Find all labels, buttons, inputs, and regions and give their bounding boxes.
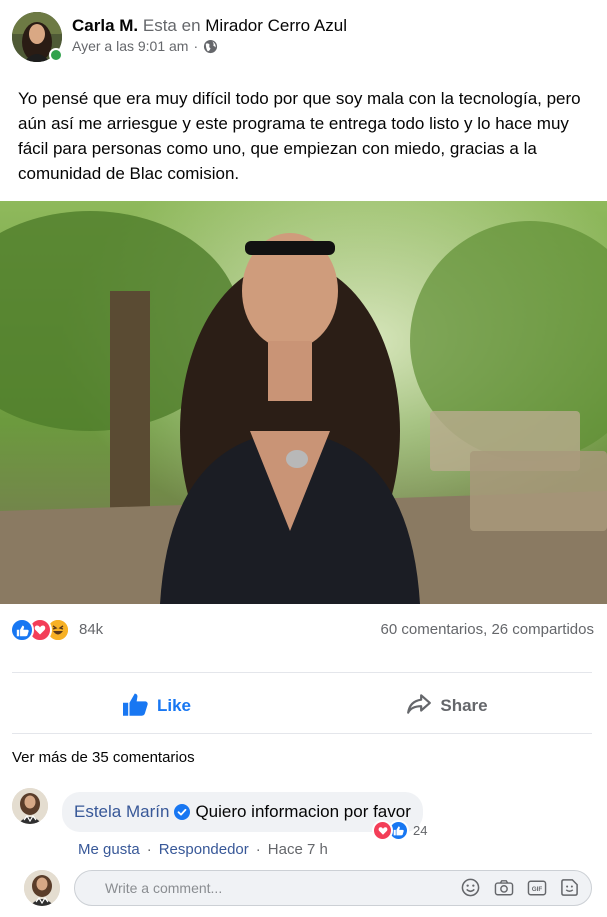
comment-separator: · [146, 841, 152, 858]
commenter-avatar[interactable] [12, 788, 48, 824]
comment-actions: Me gusta · Respondedor · Hace 7 h [78, 841, 328, 858]
comment-composer: GIF [24, 868, 594, 908]
engagement-counts: 60 comentarios, 26 compartidos [381, 621, 594, 638]
location-name[interactable]: Mirador Cerro Azul [205, 16, 347, 35]
location-prefix: Esta en [142, 16, 201, 35]
post-text: Yo pensé que era muy difícil todo por qu… [18, 89, 581, 183]
post-header: Carla M. Esta en Mirador Cerro Azul Ayer… [12, 12, 592, 62]
like-icon [10, 618, 34, 642]
post-timestamp[interactable]: Ayer a las 9:01 am [72, 38, 188, 54]
camera-icon[interactable] [493, 877, 514, 898]
comment-bubble: Estela Marín Quiero informacion por favo… [62, 792, 423, 832]
current-user-avatar[interactable] [24, 870, 60, 906]
comment-reaction-count: 24 [413, 823, 428, 838]
online-status-dot [49, 48, 63, 62]
globe-icon[interactable] [203, 39, 218, 54]
share-arrow-icon [406, 693, 432, 720]
divider-bottom [12, 733, 592, 734]
gif-icon[interactable]: GIF [526, 877, 547, 898]
comment-text: Quiero informacion por favor [195, 802, 411, 821]
author-name[interactable]: Carla M. [72, 16, 138, 35]
comment-item: Estela Marín Quiero informacion por favo… [12, 788, 592, 864]
love-icon [372, 820, 393, 841]
meta-separator: · [193, 38, 199, 54]
shares-count[interactable]: 26 compartidos [491, 621, 594, 638]
share-button[interactable]: Share [302, 680, 592, 732]
counts-separator: , [483, 621, 488, 638]
comment-separator: · [255, 841, 261, 858]
like-label: Like [156, 696, 192, 715]
like-button[interactable]: Like [12, 680, 302, 732]
share-label: Share [440, 696, 488, 715]
author-avatar-wrap[interactable] [12, 12, 63, 62]
verified-badge-icon [174, 804, 191, 820]
sticker-icon[interactable] [559, 877, 580, 898]
divider-top [12, 672, 592, 673]
reaction-icons[interactable] [10, 618, 70, 642]
reaction-count[interactable]: 84k [79, 621, 103, 638]
comment-time[interactable]: Hace 7 h [268, 841, 328, 858]
comment-like-link[interactable]: Me gusta [78, 841, 140, 858]
reaction-summary: 84k 60 comentarios, 26 compartidos [10, 617, 594, 643]
post-photo[interactable] [0, 201, 607, 604]
comment-reactions[interactable]: 24 [372, 820, 427, 841]
action-bar: Like Share [12, 680, 592, 732]
comment-reply-link[interactable]: Respondedor [159, 841, 249, 858]
emoji-icon[interactable] [460, 877, 481, 898]
view-more-comments[interactable]: Ver más de 35 comentarios [12, 749, 195, 766]
commenter-name[interactable]: Estela Marín [74, 802, 169, 822]
thumbs-up-icon [122, 692, 149, 721]
composer-tools: GIF [460, 877, 580, 898]
svg-text:GIF: GIF [531, 886, 542, 893]
comments-count[interactable]: 60 comentarios [381, 621, 484, 638]
